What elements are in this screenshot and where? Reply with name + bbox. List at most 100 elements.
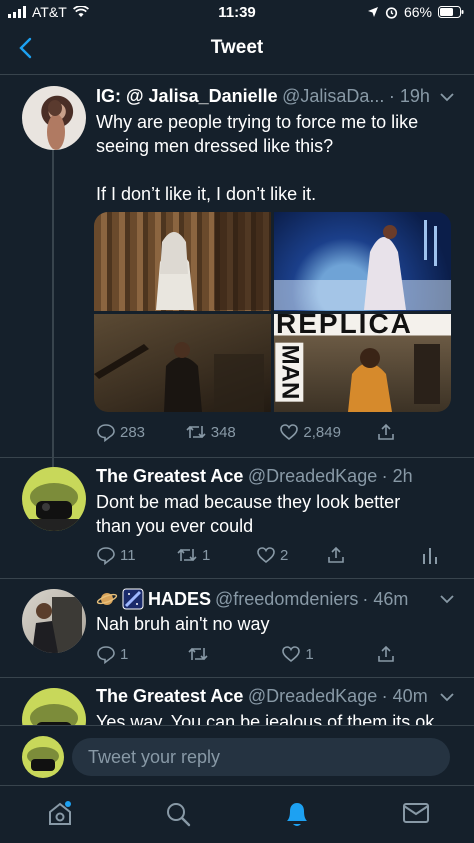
reply-count: 11 [120,546,136,564]
share-button[interactable] [376,644,396,664]
thread-line [52,150,54,480]
reply-composer: Tweet your reply [0,725,474,786]
reply-author-line: The Greatest Ace @DreadedKage · 40m [96,686,428,707]
more-options-button[interactable] [438,590,456,608]
author-handle[interactable]: @DreadedKage [248,686,377,706]
page-title: Tweet [210,37,264,58]
like-button[interactable]: 2,849 [279,422,376,442]
more-options-button[interactable] [438,688,456,706]
status-bar: AT&T 11:39 66% [0,0,474,24]
author-handle[interactable]: @JalisaDa... [282,86,384,106]
top-nav-bar: Tweet [0,24,474,75]
tweet-time: · 46m [362,588,409,609]
tweet-text-line: Dont be mad because they look better [96,492,401,512]
tweet-text-line: If I don’t like it, I don’t like it. [96,184,317,204]
home-icon [49,801,71,825]
planet-icon [96,588,118,610]
share-icon [328,546,344,563]
retweet-count: 1 [202,546,211,564]
like-count: 2,849 [303,423,341,441]
tab-messages[interactable] [402,801,430,825]
author-name[interactable]: The Greatest Ace [96,686,243,706]
tweet-author-line: IG: @ Jalisa_Danielle @JalisaDa... · 19h [96,86,430,107]
like-button[interactable]: 1 [281,644,376,664]
bottom-tab-bar [0,785,474,843]
reply-author-line: The Greatest Ace @DreadedKage · 2h [96,466,413,487]
tweet-text-line: Why are people trying to force me to lik… [96,112,419,132]
share-button[interactable] [376,422,396,442]
tweet-text-line: seeing men dressed like this? [96,136,334,156]
share-icon [378,423,394,440]
retweet-button[interactable]: 1 [176,545,256,565]
author-name[interactable]: IG: @ Jalisa_Danielle [96,86,278,106]
more-options-button[interactable] [438,88,456,106]
reply-3-clip: The Greatest Ace @DreadedKage · 40m Yes … [0,678,474,725]
status-right-group: 66% [367,4,464,20]
divider [0,578,474,579]
analytics-icon [423,548,437,564]
chevron-down-icon [440,693,454,702]
reply-count: 283 [120,423,146,441]
share-icon [378,645,394,662]
retweet-count: 348 [210,423,236,441]
tweet-time: · 2h [381,466,413,486]
battery-icon [438,6,464,18]
bell-icon [287,803,307,826]
author-name[interactable]: The Greatest Ace [96,466,243,486]
avatar[interactable] [22,688,86,725]
reply-icon [97,646,115,664]
tweet-time: · 40m [381,686,428,706]
chevron-down-icon [440,93,454,102]
reply-body: Dont be mad because they look better tha… [96,490,456,538]
mail-icon [403,803,429,823]
like-count: 1 [305,645,314,663]
author-name[interactable]: HADES [148,589,211,610]
reply-icon [97,424,115,442]
reply-author-line: HADES @freedomdeniers · 46m [96,588,408,610]
reply-body: Nah bruh ain't no way [96,612,456,636]
divider [0,457,474,458]
retweet-icon [177,548,197,562]
media-grid[interactable]: REPLICA MAN [94,212,451,412]
battery-label: 66% [403,4,432,20]
reply-button[interactable]: 283 [96,422,185,442]
milky-way-icon [122,588,144,610]
media-photo-2[interactable] [274,212,451,311]
tweet-text-line: Nah bruh ain't no way [96,614,270,634]
avatar[interactable] [22,589,86,653]
retweet-button[interactable] [187,644,282,664]
alarm-icon [385,6,398,19]
tab-home[interactable] [46,800,74,828]
share-button[interactable] [326,545,422,565]
reply-button[interactable]: 11 [96,545,176,565]
reply-actions: 11 1 2 [96,545,456,565]
retweet-icon [188,647,208,661]
like-count: 2 [280,546,289,564]
avatar[interactable] [22,736,64,778]
reply-icon [97,547,115,565]
avatar[interactable] [22,467,86,531]
like-button[interactable]: 2 [256,545,326,565]
location-icon [367,6,379,18]
chevron-down-icon [440,595,454,604]
media-photo-4[interactable]: REPLICA MAN [274,313,451,412]
tab-notifications[interactable] [283,799,311,829]
reply-body: Yes way. You can be jealous of them its … [96,710,466,725]
media-photo-3[interactable] [94,313,271,412]
reply-count: 1 [120,645,129,663]
tab-search[interactable] [164,800,192,828]
reply-input[interactable]: Tweet your reply [72,738,450,776]
author-handle[interactable]: @DreadedKage [248,466,377,486]
tweet-text-line: than you ever could [96,516,254,536]
analytics-button[interactable] [422,546,438,564]
avatar[interactable] [22,86,86,150]
author-handle[interactable]: @freedomdeniers [215,589,358,610]
retweet-icon [186,425,206,439]
tweet-text-line: Yes way. You can be jealous of them its … [96,712,440,725]
tweet-time: · 19h [388,86,430,106]
media-photo-1[interactable] [94,212,271,311]
reply-button[interactable]: 1 [96,644,187,664]
retweet-button[interactable]: 348 [185,422,280,442]
search-icon [167,803,191,827]
heart-icon [280,424,299,441]
